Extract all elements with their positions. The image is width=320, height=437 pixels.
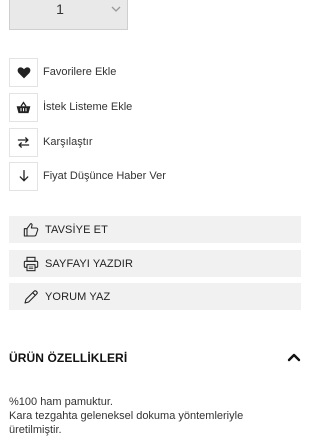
add-to-favorites-action[interactable]: Favorilere Ekle	[9, 57, 116, 87]
write-review-button[interactable]: YORUM YAZ	[9, 283, 301, 310]
chevron-up-icon	[287, 349, 301, 367]
description-line: %100 ham pamuktur.	[9, 396, 113, 408]
action-label: Karşılaştır	[43, 136, 93, 148]
quantity-select[interactable]: 1	[9, 0, 128, 30]
basket-icon	[9, 92, 38, 122]
compare-action[interactable]: Karşılaştır	[9, 127, 93, 157]
arrow-down-icon	[9, 161, 38, 191]
pencil-icon	[23, 289, 39, 305]
add-to-wishlist-action[interactable]: İstek Listeme Ekle	[9, 92, 132, 122]
product-features-toggle[interactable]: ÜRÜN ÖZELLİKLERİ	[9, 349, 301, 367]
quantity-value: 1	[56, 1, 64, 17]
section-title: ÜRÜN ÖZELLİKLERİ	[9, 351, 128, 365]
action-label: Fiyat Düşünce Haber Ver	[43, 170, 166, 182]
description-line: üretilmiştir.	[9, 424, 62, 436]
description-line: Kara tezgahta geleneksel dokuma yöntemle…	[9, 410, 244, 422]
print-page-button[interactable]: SAYFAYI YAZDIR	[9, 250, 301, 277]
recommend-button[interactable]: TAVSİYE ET	[9, 216, 301, 243]
button-label: TAVSİYE ET	[45, 223, 108, 236]
action-label: İstek Listeme Ekle	[43, 101, 133, 113]
button-label: SAYFAYI YAZDIR	[45, 257, 133, 270]
action-label: Favorilere Ekle	[43, 66, 117, 78]
button-label: YORUM YAZ	[45, 290, 111, 303]
thumbs-up-icon	[23, 222, 39, 238]
price-drop-alert-action[interactable]: Fiyat Düşünce Haber Ver	[9, 161, 166, 191]
heart-icon	[9, 57, 38, 87]
chevron-down-icon	[109, 2, 123, 16]
product-description: %100 ham pamuktur. Kara tezgahta gelenek…	[9, 395, 301, 437]
printer-icon	[23, 256, 39, 272]
compare-arrows-icon	[9, 127, 38, 157]
